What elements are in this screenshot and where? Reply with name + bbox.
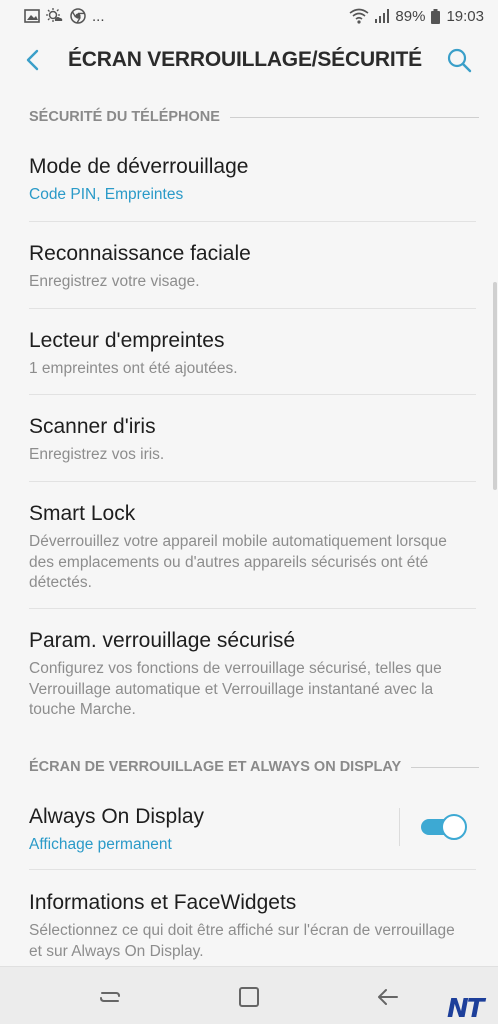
setting-subtitle: Enregistrez votre visage. [29, 273, 200, 290]
setting-title: Scanner d'iris [29, 415, 156, 438]
setting-subtitle: 1 empreintes ont été ajoutées. [29, 360, 238, 377]
setting-title: Param. verrouillage sécurisé [29, 629, 296, 652]
recent-apps-icon[interactable] [96, 983, 124, 1011]
toggle-knob [441, 814, 467, 840]
setting-title: Lecteur d'empreintes [29, 329, 225, 352]
toggle-separator [399, 808, 400, 846]
setting-title: Always On Display [29, 805, 205, 828]
app-bar: ÉCRAN VERROUILLAGE/SÉCURITÉ [0, 32, 498, 88]
setting-info-facewidgets[interactable]: Informations et FaceWidgets Sélectionnez… [0, 891, 498, 963]
divider [29, 869, 476, 870]
setting-title: Mode de déverrouillage [29, 155, 249, 178]
watermark-logo: NT [447, 994, 484, 1024]
status-icons: 89% 19:03 [349, 8, 484, 25]
section-header-phone-security: SÉCURITÉ DU TÉLÉPHONE [29, 107, 479, 127]
setting-face-recognition[interactable]: Reconnaissance faciale Enregistrez votre… [0, 242, 498, 308]
setting-subtitle: Affichage permanent [29, 836, 172, 853]
signal-icon [375, 9, 390, 23]
divider [29, 608, 476, 609]
divider [29, 308, 476, 309]
battery-icon [431, 8, 441, 24]
wifi-icon [349, 8, 369, 24]
divider [29, 394, 476, 395]
always-on-display-toggle[interactable] [419, 813, 467, 841]
setting-secure-lock-params[interactable]: Param. verrouillage sécurisé Configurez … [0, 629, 498, 735]
section-divider [229, 116, 479, 118]
home-icon[interactable] [235, 983, 263, 1011]
search-icon[interactable] [444, 45, 474, 75]
divider [29, 481, 476, 482]
section-divider [411, 766, 479, 768]
setting-smart-lock[interactable]: Smart Lock Déverrouillez votre appareil … [0, 502, 498, 608]
setting-title: Smart Lock [29, 502, 136, 525]
section-label: SÉCURITÉ DU TÉLÉPHONE [29, 109, 220, 125]
setting-title: Informations et FaceWidgets [29, 891, 297, 914]
back-arrow-icon[interactable] [22, 46, 46, 74]
more-notifications: ... [92, 7, 105, 25]
section-header-lockscreen-aod: ÉCRAN DE VERROUILLAGE ET ALWAYS ON DISPL… [29, 757, 479, 777]
weather-icon [46, 8, 63, 22]
page-title: ÉCRAN VERROUILLAGE/SÉCURITÉ [68, 48, 422, 71]
setting-subtitle: Enregistrez vos iris. [29, 446, 165, 463]
status-bar: ... 89% 19:03 [0, 0, 498, 32]
setting-iris-scanner[interactable]: Scanner d'iris Enregistrez vos iris. [0, 415, 498, 481]
section-label: ÉCRAN DE VERROUILLAGE ET ALWAYS ON DISPL… [29, 759, 402, 775]
notification-icons: ... [24, 8, 105, 25]
image-icon [24, 9, 40, 23]
divider [29, 221, 476, 222]
setting-subtitle: Code PIN, Empreintes [29, 186, 184, 203]
scrollbar[interactable] [493, 282, 497, 490]
setting-title: Reconnaissance faciale [29, 242, 251, 265]
clock: 19:03 [446, 7, 484, 25]
navigation-bar [0, 966, 498, 1024]
setting-subtitle: Sélectionnez ce qui doit être affiché su… [29, 922, 455, 960]
back-nav-icon[interactable] [374, 983, 402, 1011]
setting-unlock-mode[interactable]: Mode de déverrouillage Code PIN, Emprein… [0, 155, 498, 221]
setting-subtitle: Déverrouillez votre appareil mobile auto… [29, 533, 447, 591]
setting-subtitle: Configurez vos fonctions de verrouillage… [29, 660, 442, 718]
chrome-icon [70, 8, 86, 24]
battery-percent: 89% [395, 7, 426, 25]
setting-fingerprint-reader[interactable]: Lecteur d'empreintes 1 empreintes ont ét… [0, 329, 498, 395]
